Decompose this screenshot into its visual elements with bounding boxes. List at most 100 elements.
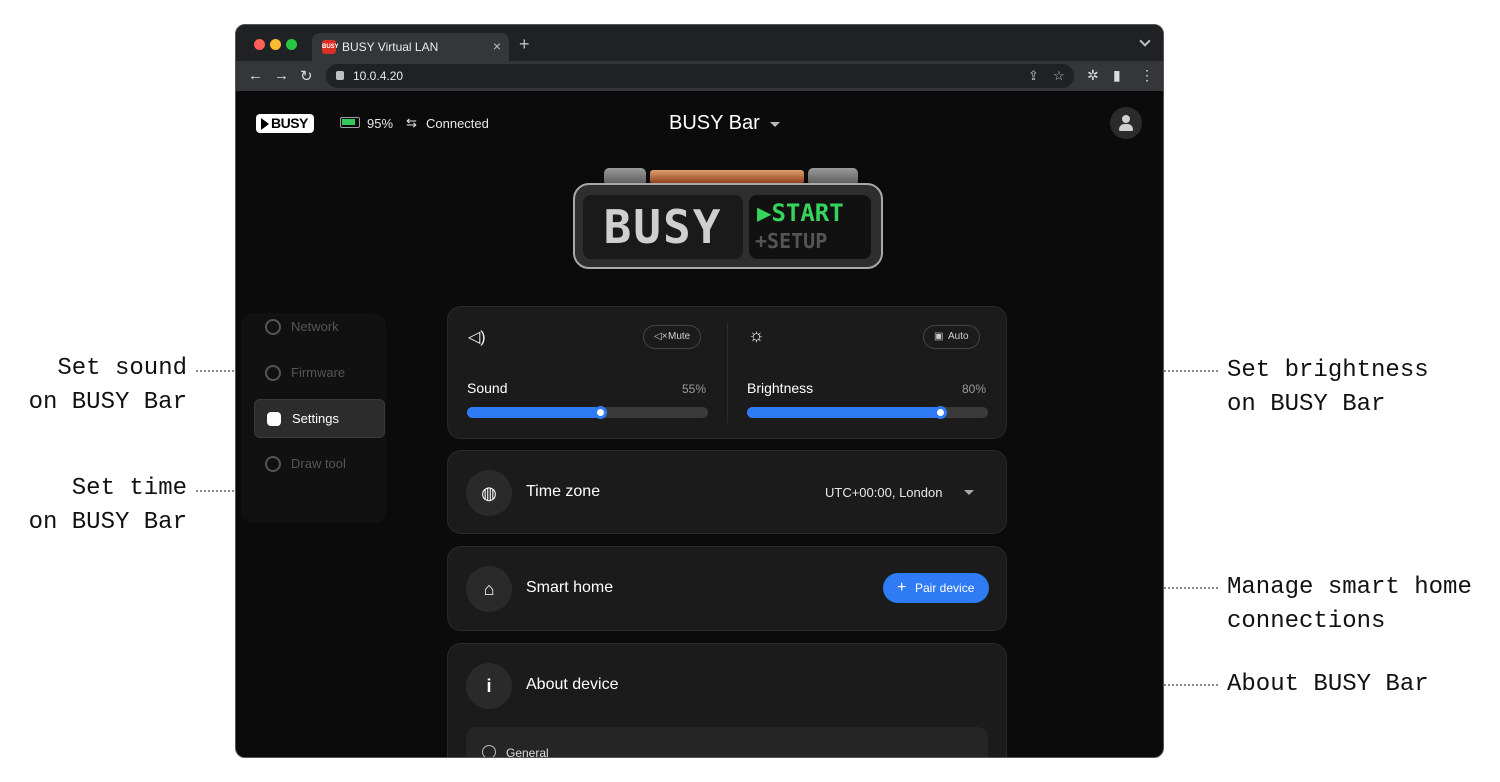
profile-avatar-button[interactable] xyxy=(1110,107,1142,139)
sidebar-item-label: Settings xyxy=(292,411,339,426)
callout-sound-line2: on BUSY Bar xyxy=(28,389,187,416)
chevron-down-icon[interactable] xyxy=(964,490,974,495)
home-icon: ⌂ xyxy=(466,566,512,612)
reload-icon[interactable]: ↻ xyxy=(300,67,313,85)
address-bar[interactable]: 10.0.4.20 ⇪ ☆ xyxy=(326,64,1074,88)
sidebar-item-label: Firmware xyxy=(291,365,346,380)
bookmark-star-icon[interactable]: ☆ xyxy=(1053,68,1065,84)
timezone-card: ◍ Time zone UTC+00:00, London xyxy=(447,450,1007,534)
brightness-value: 80% xyxy=(962,382,987,396)
card-divider xyxy=(727,323,728,423)
callout-brightness-line1: Set brightness xyxy=(1227,357,1429,384)
timezone-label: Time zone xyxy=(526,483,601,500)
url-text: 10.0.4.20 xyxy=(353,69,404,83)
about-device-label: About device xyxy=(526,676,619,693)
tab-title: BUSY Virtual LAN xyxy=(342,40,439,54)
callout-smart-home-line1: Manage smart home xyxy=(1227,574,1472,601)
brightness-slider-handle[interactable] xyxy=(933,406,947,419)
device-top-bar xyxy=(650,170,804,184)
callout-smart-home: Manage smart home connections xyxy=(1227,571,1472,639)
chevron-down-icon[interactable] xyxy=(770,122,780,127)
lock-icon xyxy=(336,71,344,80)
sound-label: Sound xyxy=(467,380,508,396)
mute-button[interactable]: ◁× Mute xyxy=(643,325,702,349)
smart-home-card: ⌂ Smart home + Pair device xyxy=(447,546,1007,631)
sidebar-item-label: Network xyxy=(291,319,339,334)
maximize-window-button[interactable] xyxy=(286,39,297,50)
general-section[interactable]: General xyxy=(466,727,988,758)
general-label: General xyxy=(506,746,549,758)
sidebar-toggle-icon[interactable]: ▮ xyxy=(1113,67,1121,84)
pair-device-label: Pair device xyxy=(915,581,975,595)
palette-icon xyxy=(265,456,281,472)
browser-toolbar: ← → ↻ 10.0.4.20 ⇪ ☆ ✲ ▮ ⋮ xyxy=(236,61,1163,91)
auto-label: Auto xyxy=(948,331,969,342)
timezone-select[interactable]: UTC+00:00, London xyxy=(825,485,942,500)
device-start-text: ▶START xyxy=(757,199,844,227)
sidebar-item-label: Draw tool xyxy=(291,456,346,471)
tab-bar: BUSY BUSY Virtual LAN × + xyxy=(236,25,1163,61)
browser-tab[interactable]: BUSY BUSY Virtual LAN × xyxy=(312,33,509,61)
share-icon[interactable]: ⇪ xyxy=(1028,68,1039,84)
favicon: BUSY xyxy=(322,40,339,54)
auto-icon: ▣ xyxy=(934,331,944,342)
info-icon xyxy=(482,745,496,757)
settings-icon xyxy=(267,412,281,426)
about-device-card: i About device General xyxy=(447,643,1007,758)
tab-search-icon[interactable] xyxy=(1139,35,1151,47)
connection-status: Connected xyxy=(426,116,489,131)
sidebar-item-firmware[interactable]: Firmware xyxy=(254,354,385,393)
speaker-icon: ◁) xyxy=(468,329,486,346)
sidebar-item-settings[interactable]: Settings xyxy=(254,399,385,438)
callout-smart-home-line2: connections xyxy=(1227,608,1386,635)
callout-sound-line1: Set sound xyxy=(57,355,187,382)
sound-slider-fill xyxy=(467,407,600,418)
back-icon[interactable]: ← xyxy=(248,67,263,84)
callout-brightness-line2: on BUSY Bar xyxy=(1227,391,1386,418)
browser-window: BUSY BUSY Virtual LAN × + ← → ↻ 10.0.4.2… xyxy=(235,24,1164,758)
sound-brightness-card: ◁) ◁× Mute Sound 55% ☼ ▣ Auto Brightness… xyxy=(447,306,1007,439)
minimize-window-button[interactable] xyxy=(270,39,281,50)
smart-home-label: Smart home xyxy=(526,579,614,596)
callout-about: About BUSY Bar xyxy=(1227,668,1429,702)
device-image: BUSY ▶START +SETUP xyxy=(573,183,883,269)
busy-logo: BUSY xyxy=(256,114,314,133)
new-tab-icon[interactable]: + xyxy=(519,34,530,55)
battery-icon xyxy=(340,117,360,128)
globe-clock-icon: ◍ xyxy=(466,470,512,516)
brightness-slider-fill xyxy=(747,407,940,418)
sun-icon: ☼ xyxy=(748,325,765,345)
device-screen-right: ▶START +SETUP xyxy=(749,195,871,259)
network-icon xyxy=(265,319,281,335)
callout-brightness: Set brightness on BUSY Bar xyxy=(1227,354,1429,422)
mute-label: Mute xyxy=(668,331,691,342)
brightness-slider[interactable] xyxy=(747,406,988,419)
device-selector[interactable]: BUSY Bar xyxy=(669,112,760,135)
device-setup-text: +SETUP xyxy=(755,229,828,253)
battery-level: 95% xyxy=(367,116,394,131)
plus-icon: + xyxy=(897,579,907,596)
pair-device-button[interactable]: + Pair device xyxy=(883,573,989,603)
forward-icon[interactable]: → xyxy=(274,67,289,84)
chip-icon xyxy=(265,365,281,381)
info-icon: i xyxy=(466,663,512,709)
mute-icon: ◁× xyxy=(654,331,668,342)
sound-value: 55% xyxy=(682,382,707,396)
callout-time-line1: Set time xyxy=(71,475,187,502)
extensions-icon[interactable]: ✲ xyxy=(1087,67,1099,84)
sound-slider[interactable] xyxy=(467,406,708,419)
sidebar-item-draw-tool[interactable]: Draw tool xyxy=(254,445,385,484)
usb-icon: ⇆ xyxy=(406,115,417,130)
device-screen-left: BUSY xyxy=(583,195,743,259)
callout-about-line1: About BUSY Bar xyxy=(1227,671,1429,698)
sound-slider-handle[interactable] xyxy=(593,406,607,419)
brightness-label: Brightness xyxy=(747,380,814,396)
auto-brightness-button[interactable]: ▣ Auto xyxy=(923,325,980,349)
callout-sound: Set sound on BUSY Bar xyxy=(29,352,187,420)
close-window-button[interactable] xyxy=(254,39,265,50)
menu-icon[interactable]: ⋮ xyxy=(1140,67,1154,84)
callout-time: Set time on BUSY Bar xyxy=(29,472,187,540)
sidebar-item-network[interactable]: Network xyxy=(254,308,385,347)
callout-time-line2: on BUSY Bar xyxy=(28,509,187,536)
close-tab-icon[interactable]: × xyxy=(493,38,501,54)
